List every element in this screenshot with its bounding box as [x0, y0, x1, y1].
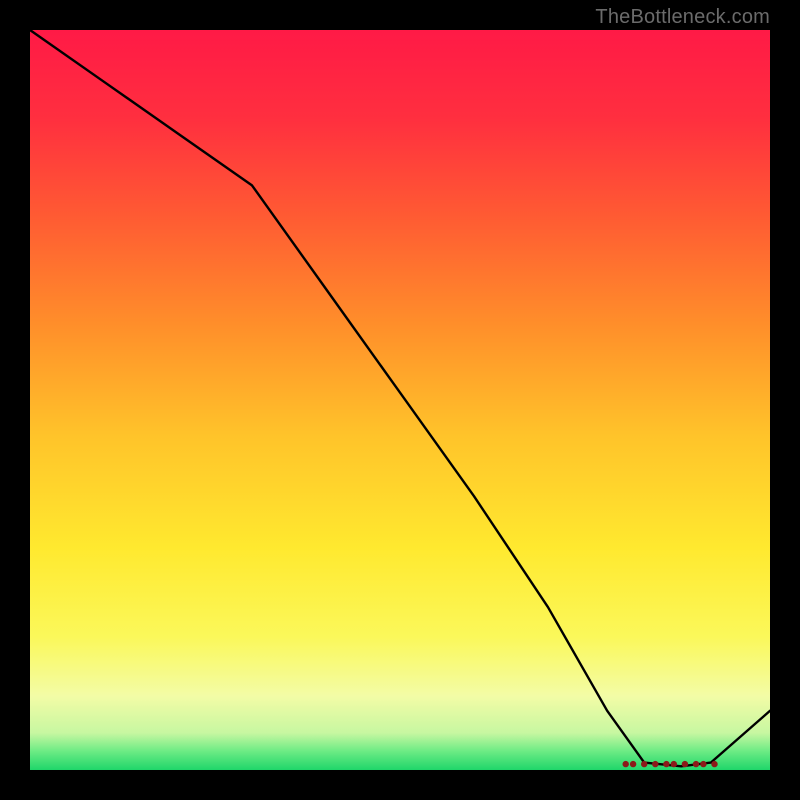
chart-frame: TheBottleneck.com [0, 0, 800, 800]
watermark-text: TheBottleneck.com [595, 6, 770, 29]
plot-area [30, 30, 770, 770]
marker-dot [671, 761, 677, 767]
marker-dot [693, 761, 699, 767]
marker-dot [663, 761, 669, 767]
marker-dot [630, 761, 636, 767]
marker-dot [652, 761, 658, 767]
line-layer [30, 30, 770, 770]
data-line [30, 30, 770, 766]
marker-dot [641, 761, 647, 767]
marker-dot [682, 761, 688, 767]
marker-dot [711, 761, 717, 767]
marker-dot [623, 761, 629, 767]
marker-dot [700, 761, 706, 767]
